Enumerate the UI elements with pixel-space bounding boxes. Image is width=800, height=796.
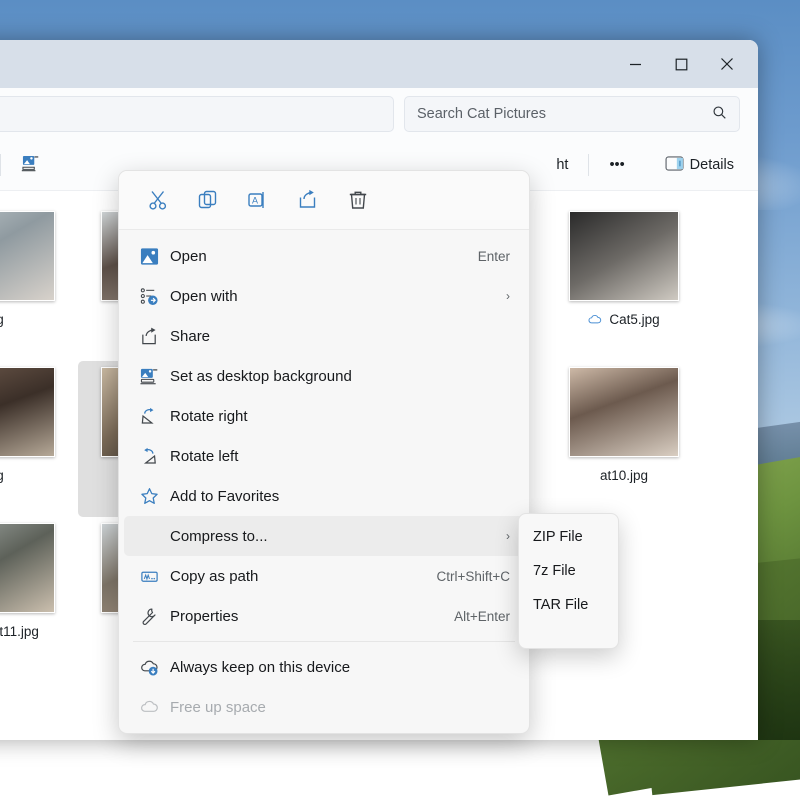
file-name-label: at10.jpg — [600, 468, 648, 483]
file-tile[interactable]: Cat11.jpg — [0, 517, 78, 661]
sort-button-truncated[interactable]: ht — [546, 149, 578, 181]
context-menu-toolbar: A — [119, 171, 529, 230]
star-icon — [140, 487, 170, 506]
file-name-label: Cat5.jpg — [609, 312, 659, 327]
file-thumbnail — [569, 211, 679, 301]
address-row: Pictures Search Cat Pictures — [0, 88, 758, 140]
context-menu-item[interactable]: Rotate left — [124, 436, 524, 476]
share-icon — [140, 327, 170, 346]
context-menu-item[interactable]: Add to Favorites — [124, 476, 524, 516]
context-menu-item[interactable]: Open with › — [124, 276, 524, 316]
context-menu-item[interactable]: Always keep on this device — [124, 647, 524, 687]
cut-icon[interactable] — [133, 180, 183, 220]
context-menu-item-shortcut: Enter — [478, 249, 510, 264]
file-name: g — [0, 468, 4, 483]
search-input[interactable]: Search Cat Pictures — [404, 96, 740, 132]
context-menu-separator — [133, 641, 515, 642]
context-menu-item-shortcut: Alt+Enter — [454, 609, 510, 624]
chevron-right-icon: › — [506, 529, 510, 543]
details-pane-label: Details — [690, 157, 734, 173]
maximize-icon[interactable] — [658, 40, 704, 88]
context-menu-item-label: Rotate right — [170, 408, 510, 425]
desktop-background-icon — [140, 367, 170, 386]
file-name: g — [0, 312, 4, 327]
file-name-label: g — [0, 312, 4, 327]
file-name: Cat11.jpg — [0, 624, 39, 639]
rotate-right-icon — [140, 407, 170, 426]
context-menu-item[interactable]: Share — [124, 316, 524, 356]
overflow-icon: ••• — [609, 157, 624, 173]
submenu-item-label: TAR File — [533, 597, 588, 613]
search-placeholder: Search Cat Pictures — [417, 106, 546, 122]
context-menu-item[interactable]: Compress to... › — [124, 516, 524, 556]
context-menu-item-label: Open with — [170, 288, 494, 305]
properties-icon — [140, 607, 170, 626]
submenu-item[interactable]: TAR File — [523, 588, 614, 622]
context-menu-item-label: Set as desktop background — [170, 368, 510, 385]
rotate-left-icon — [140, 447, 170, 466]
close-icon[interactable] — [704, 40, 750, 88]
details-pane-icon — [665, 156, 684, 175]
address-bar[interactable]: Pictures — [0, 96, 394, 132]
context-menu-item-label: Share — [170, 328, 510, 345]
context-menu-item[interactable]: Open Enter — [124, 236, 524, 276]
context-menu-item-label: Add to Favorites — [170, 488, 510, 505]
command-bar-separator-2 — [588, 154, 589, 176]
context-menu: A Open Enter Open with › Share Set as desktop… — [118, 170, 530, 734]
overflow-button[interactable]: ••• — [599, 149, 634, 181]
details-pane-button[interactable]: Details — [655, 149, 744, 181]
context-menu-item-shortcut: Ctrl+Shift+C — [436, 569, 510, 584]
title-bar — [0, 40, 758, 88]
context-menu-item[interactable]: Rotate right — [124, 396, 524, 436]
sort-button-label: ht — [556, 157, 568, 173]
search-icon — [712, 105, 727, 124]
copy-as-path-icon — [140, 567, 170, 586]
context-menu-item-label: Always keep on this device — [170, 659, 510, 676]
context-menu-item[interactable]: Copy as path Ctrl+Shift+C — [124, 556, 524, 596]
file-thumbnail — [0, 523, 55, 613]
context-menu-item-label: Compress to... — [170, 528, 494, 545]
minimize-icon[interactable] — [612, 40, 658, 88]
cloud-keep-icon — [140, 658, 170, 677]
command-bar-separator — [0, 154, 1, 176]
file-name: at10.jpg — [600, 468, 648, 483]
context-menu-item-label: Copy as path — [170, 568, 424, 585]
file-thumbnail — [0, 367, 55, 457]
submenu-item-label: ZIP File — [533, 529, 583, 545]
chevron-right-icon: › — [506, 289, 510, 303]
delete-icon[interactable] — [333, 180, 383, 220]
file-tile[interactable]: g — [0, 205, 78, 361]
context-menu-item[interactable]: Set as desktop background — [124, 356, 524, 396]
svg-text:A: A — [252, 196, 258, 206]
file-name-label: Cat11.jpg — [0, 624, 39, 639]
file-tile[interactable]: at10.jpg — [546, 361, 702, 517]
set-as-desktop-background-button[interactable] — [11, 149, 50, 181]
context-menu-items: Open Enter Open with › Share Set as desktop b… — [119, 230, 529, 727]
context-menu-item[interactable]: Properties Alt+Enter — [124, 596, 524, 636]
file-name-label: g — [0, 468, 4, 483]
file-thumbnail — [0, 211, 55, 301]
share-icon[interactable] — [283, 180, 333, 220]
context-menu-item-label: Open — [170, 248, 466, 265]
cloud-status-icon — [588, 313, 603, 326]
context-menu-item-label: Free up space — [170, 699, 510, 716]
submenu-item-label: 7z File — [533, 563, 576, 579]
compress-to-submenu: ZIP File 7z File TAR File — [518, 513, 619, 649]
cloud-icon — [140, 698, 170, 717]
photo-icon — [140, 247, 170, 266]
submenu-item[interactable]: ZIP File — [523, 520, 614, 554]
context-menu-item-label: Properties — [170, 608, 442, 625]
set-as-desktop-background-icon — [21, 155, 40, 176]
open-with-icon — [140, 287, 170, 306]
file-tile[interactable]: Cat5.jpg — [546, 205, 702, 361]
context-menu-item: Free up space — [124, 687, 524, 727]
copy-icon[interactable] — [183, 180, 233, 220]
file-name: Cat5.jpg — [588, 312, 659, 327]
file-tile[interactable]: g — [0, 361, 78, 517]
file-thumbnail — [569, 367, 679, 457]
rename-icon[interactable]: A — [233, 180, 283, 220]
submenu-item[interactable]: 7z File — [523, 554, 614, 588]
context-menu-item-label: Rotate left — [170, 448, 510, 465]
